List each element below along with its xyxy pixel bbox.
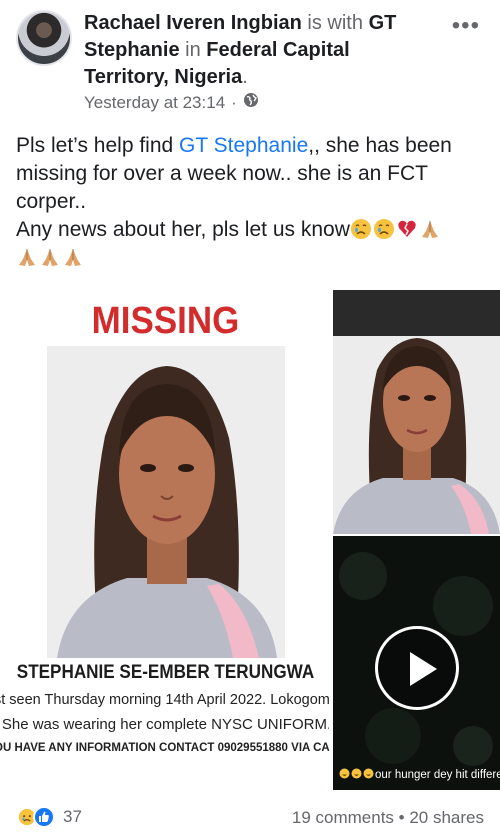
broken-heart-icon xyxy=(396,218,419,241)
author-name[interactable]: Rachael Iveren Ingbian xyxy=(84,12,302,34)
video-thumbnail[interactable]: our hunger dey hit differently xyxy=(333,536,500,790)
poster-last-seen: st seen Thursday morning 14th April 2022… xyxy=(0,692,331,708)
post-text-line2: Any news about her, pls let us know xyxy=(16,218,350,241)
post-meta: Yesterday at 23:14 · xyxy=(84,92,259,113)
with-text: is with xyxy=(307,12,363,34)
poster-name: STEPHANIE SE-EMBER TERUNGWA xyxy=(16,662,315,683)
shares-count[interactable]: 20 shares xyxy=(409,808,484,827)
in-text: in xyxy=(185,39,201,61)
meta-separator: · xyxy=(231,92,237,112)
video-caption: our hunger dey hit differently xyxy=(339,768,500,782)
post-footer: 37 19 comments • 20 shares xyxy=(0,800,500,836)
post-timestamp[interactable]: Yesterday at 23:14 xyxy=(84,93,225,113)
folded-hands-icon xyxy=(62,246,85,269)
like-reaction-icon xyxy=(33,806,55,828)
post-text: Pls let’s help find GT Stephanie,, she h… xyxy=(16,132,486,272)
post-text-mention[interactable]: GT Stephanie xyxy=(179,134,308,157)
missing-person-poster[interactable]: MISSING PERSON STEPHANIE SE-EMBER TERUNG… xyxy=(0,290,331,790)
stats-separator: • xyxy=(393,808,410,827)
engagement-stats: 19 comments • 20 shares xyxy=(292,808,484,828)
video-caption-text: our hunger dey hit differently xyxy=(375,769,500,781)
folded-hands-icon xyxy=(419,218,442,241)
crying-face-icon xyxy=(373,218,396,241)
globe-icon[interactable] xyxy=(243,92,259,113)
play-icon[interactable] xyxy=(375,626,459,710)
poster-contact: OU HAVE ANY INFORMATION CONTACT 09029551… xyxy=(0,742,330,754)
laughing-face-icon xyxy=(363,768,374,782)
location-suffix: . xyxy=(242,66,248,88)
more-options-button[interactable]: ••• xyxy=(452,12,480,40)
folded-hands-icon xyxy=(16,246,39,269)
crying-face-icon xyxy=(350,218,373,241)
portrait-photo xyxy=(47,346,285,658)
laughing-face-icon xyxy=(351,768,362,782)
poster-uniform: She was wearing her complete NYSC UNIFOR… xyxy=(1,716,331,733)
comments-count[interactable]: 19 comments xyxy=(292,808,394,827)
laughing-face-icon xyxy=(339,768,350,782)
reactions-summary[interactable]: 37 xyxy=(16,806,82,828)
reaction-count: 37 xyxy=(63,807,82,826)
author-line: Rachael Iveren Ingbian is with GT Stepha… xyxy=(84,10,434,91)
author-avatar[interactable] xyxy=(16,10,72,66)
post-text-part1: Pls let’s help find xyxy=(16,134,180,157)
post-header: Rachael Iveren Ingbian is with GT Stepha… xyxy=(0,0,500,120)
folded-hands-icon xyxy=(39,246,62,269)
photo-grid: MISSING PERSON STEPHANIE SE-EMBER TERUNG… xyxy=(0,290,500,790)
side-photo[interactable] xyxy=(333,290,500,534)
